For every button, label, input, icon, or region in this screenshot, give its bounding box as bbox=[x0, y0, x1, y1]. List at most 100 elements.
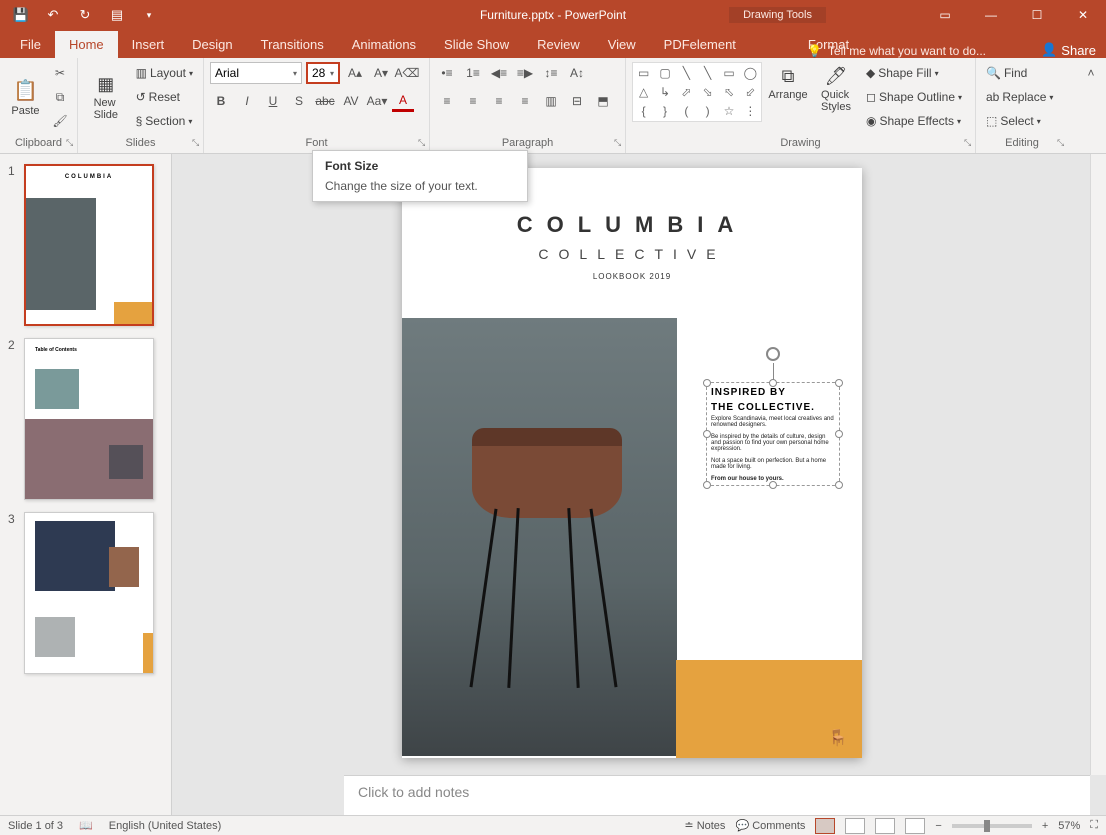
quick-styles-button[interactable]: 🖊Quick Styles bbox=[814, 62, 858, 117]
find-button[interactable]: 🔍Find bbox=[982, 62, 1062, 84]
chair-image[interactable] bbox=[402, 318, 677, 756]
ribbon-display-icon[interactable]: ▭ bbox=[922, 0, 968, 30]
rotate-handle-icon[interactable] bbox=[766, 347, 780, 361]
format-painter-icon[interactable]: 🖌 bbox=[49, 110, 71, 132]
slide-thumbnail-2[interactable]: Table of Contents bbox=[24, 338, 154, 500]
reading-view-icon[interactable] bbox=[875, 818, 895, 834]
reset-button[interactable]: ↺Reset bbox=[132, 86, 197, 108]
cut-icon[interactable]: ✂ bbox=[49, 62, 71, 84]
vertical-scrollbar[interactable] bbox=[1090, 154, 1106, 775]
close-icon[interactable]: ✕ bbox=[1060, 0, 1106, 30]
tab-home[interactable]: Home bbox=[55, 31, 118, 58]
thumb-number: 2 bbox=[8, 338, 18, 500]
tab-insert[interactable]: Insert bbox=[118, 31, 179, 58]
shape-fill-button[interactable]: ◆Shape Fill▾ bbox=[862, 62, 966, 84]
clear-formatting-icon[interactable]: A⌫ bbox=[396, 62, 418, 84]
decrease-indent-icon[interactable]: ◀≡ bbox=[488, 62, 510, 84]
align-text-icon[interactable]: ⊟ bbox=[566, 90, 588, 112]
text-direction-icon[interactable]: A↕ bbox=[566, 62, 588, 84]
normal-view-icon[interactable] bbox=[815, 818, 835, 834]
undo-icon[interactable]: ↶ bbox=[44, 6, 62, 24]
font-name-combo[interactable]: Arial▾ bbox=[210, 62, 302, 84]
shape-outline-button[interactable]: ◻Shape Outline▾ bbox=[862, 86, 966, 108]
notes-toggle[interactable]: ≐ Notes bbox=[684, 819, 725, 832]
tab-design[interactable]: Design bbox=[178, 31, 246, 58]
zoom-percent[interactable]: 57% bbox=[1058, 820, 1080, 832]
align-left-icon[interactable]: ≡ bbox=[436, 90, 458, 112]
copy-icon[interactable]: ⧉ bbox=[49, 86, 71, 108]
slide-thumbnail-1[interactable]: COLUMBIA bbox=[24, 164, 154, 326]
paste-button[interactable]: 📋 Paste bbox=[6, 74, 45, 121]
numbering-icon[interactable]: 1≡ bbox=[462, 62, 484, 84]
increase-indent-icon[interactable]: ≡▶ bbox=[514, 62, 536, 84]
select-button[interactable]: ⬚Select▾ bbox=[982, 110, 1062, 132]
bullets-icon[interactable]: •≡ bbox=[436, 62, 458, 84]
increase-font-icon[interactable]: A▴ bbox=[344, 62, 366, 84]
new-slide-button[interactable]: ▦ New Slide bbox=[84, 70, 128, 125]
minimize-icon[interactable]: — bbox=[968, 0, 1014, 30]
replace-icon: ab bbox=[986, 90, 999, 104]
group-slides-label: Slides bbox=[84, 135, 197, 153]
textbox-paragraph: Explore Scandinavia, meet local creative… bbox=[707, 413, 839, 431]
start-from-beginning-icon[interactable]: ▤ bbox=[108, 6, 126, 24]
redo-icon[interactable]: ↻ bbox=[76, 6, 94, 24]
comments-toggle[interactable]: 💬 Comments bbox=[735, 819, 805, 832]
qat-more-icon[interactable]: ▾ bbox=[140, 6, 158, 24]
zoom-out-icon[interactable]: − bbox=[935, 820, 941, 832]
zoom-slider[interactable] bbox=[952, 824, 1032, 828]
window-title: Furniture.pptx - PowerPoint bbox=[480, 8, 626, 22]
change-case-icon[interactable]: Aa▾ bbox=[366, 90, 388, 112]
bold-icon[interactable]: B bbox=[210, 90, 232, 112]
zoom-in-icon[interactable]: + bbox=[1042, 820, 1048, 832]
textbox-heading-line2: THE COLLECTIVE. bbox=[707, 398, 839, 413]
smartart-icon[interactable]: ⬒ bbox=[592, 90, 614, 112]
slide-sorter-view-icon[interactable] bbox=[845, 818, 865, 834]
italic-icon[interactable]: I bbox=[236, 90, 258, 112]
strikethrough-icon[interactable]: abc bbox=[314, 90, 336, 112]
save-icon[interactable]: 💾 bbox=[12, 6, 30, 24]
slide-editor[interactable]: COLUMBIA COLLECTIVE LOOKBOOK 2019 🪑 bbox=[172, 154, 1106, 815]
fit-to-window-icon[interactable]: ⛶ bbox=[1090, 819, 1098, 832]
font-size-combo[interactable]: 28▾ bbox=[306, 62, 340, 84]
shapes-gallery[interactable]: ▭▢╲╲▭◯ △↳⬀⬂⬁⬃ {}()☆⋮ bbox=[632, 62, 762, 122]
section-icon: § bbox=[136, 114, 143, 128]
slide-canvas[interactable]: COLUMBIA COLLECTIVE LOOKBOOK 2019 🪑 bbox=[402, 168, 862, 758]
align-center-icon[interactable]: ≡ bbox=[462, 90, 484, 112]
orange-block[interactable]: 🪑 bbox=[676, 660, 862, 758]
arrange-button[interactable]: ⧉Arrange bbox=[766, 62, 810, 105]
align-right-icon[interactable]: ≡ bbox=[488, 90, 510, 112]
replace-button[interactable]: abReplace▾ bbox=[982, 86, 1062, 108]
tell-me-search[interactable]: 💡Tell me what you want to do... bbox=[807, 44, 986, 58]
slide-thumbnail-pane[interactable]: 1 COLUMBIA 2 Table of Contents 3 bbox=[0, 154, 172, 815]
tab-slideshow[interactable]: Slide Show bbox=[430, 31, 523, 58]
clipboard-icon: 📋 bbox=[13, 78, 38, 103]
notes-pane[interactable]: Click to add notes bbox=[344, 775, 1090, 815]
slideshow-view-icon[interactable] bbox=[905, 818, 925, 834]
spellcheck-icon[interactable]: 📖 bbox=[79, 819, 93, 832]
tab-file[interactable]: File bbox=[6, 31, 55, 58]
layout-button[interactable]: ▥Layout▾ bbox=[132, 62, 197, 84]
tab-transitions[interactable]: Transitions bbox=[247, 31, 338, 58]
shape-effects-button[interactable]: ◉Shape Effects▾ bbox=[862, 110, 966, 132]
collapse-ribbon-icon[interactable]: ˄ bbox=[1080, 62, 1102, 84]
shadow-icon[interactable]: S bbox=[288, 90, 310, 112]
font-color-icon[interactable]: A bbox=[392, 90, 414, 112]
char-spacing-icon[interactable]: AV bbox=[340, 90, 362, 112]
underline-icon[interactable]: U bbox=[262, 90, 284, 112]
tab-animations[interactable]: Animations bbox=[338, 31, 430, 58]
maximize-icon[interactable]: ☐ bbox=[1014, 0, 1060, 30]
columns-icon[interactable]: ▥ bbox=[540, 90, 562, 112]
justify-icon[interactable]: ≡ bbox=[514, 90, 536, 112]
section-button[interactable]: §Section▾ bbox=[132, 110, 197, 132]
tab-pdfelement[interactable]: PDFelement bbox=[650, 31, 750, 58]
selected-text-box[interactable]: INSPIRED BY THE COLLECTIVE. Explore Scan… bbox=[706, 382, 840, 486]
line-spacing-icon[interactable]: ↕≡ bbox=[540, 62, 562, 84]
decrease-font-icon[interactable]: A▾ bbox=[370, 62, 392, 84]
textbox-paragraph: Be inspired by the details of culture, d… bbox=[707, 431, 839, 455]
status-language[interactable]: English (United States) bbox=[109, 820, 222, 832]
share-button[interactable]: 👤Share bbox=[1041, 42, 1096, 58]
tab-view[interactable]: View bbox=[594, 31, 650, 58]
slide-thumbnail-3[interactable] bbox=[24, 512, 154, 674]
tab-review[interactable]: Review bbox=[523, 31, 594, 58]
tooltip-title: Font Size bbox=[325, 159, 515, 173]
